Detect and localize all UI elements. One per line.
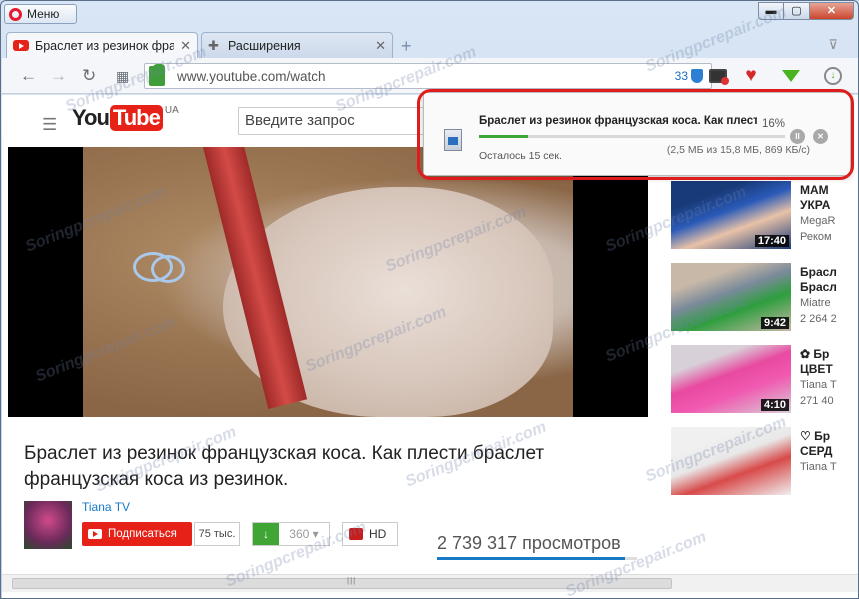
video-views: 2 264 2: [800, 313, 837, 325]
secure-lock-icon: [149, 64, 165, 86]
minimize-button[interactable]: ▬: [758, 2, 784, 20]
like-ratio-fill: [437, 557, 625, 560]
maximize-button[interactable]: ▢: [784, 2, 810, 20]
address-bar[interactable]: www.youtube.com/watch 33: [144, 63, 712, 89]
video-meta: Брасл Брасл Miatre 2 264 2: [800, 265, 858, 327]
youtube-favicon-icon: [13, 40, 29, 51]
video-title: Браслет из резинок французская коса. Как…: [24, 443, 545, 490]
video-title[interactable]: ✿ Бр: [800, 347, 858, 362]
tab-label: Расширения: [228, 38, 301, 53]
back-arrow-icon[interactable]: ←: [20, 66, 37, 86]
download-video-button[interactable]: ↓ 360 ▾: [252, 522, 330, 546]
video-channel: Tiana T: [800, 379, 837, 391]
video-duration: 9:42: [760, 317, 789, 329]
video-meta: МАМ УКРА MegaR Реком: [800, 183, 858, 245]
video-meta: ✿ Бр ЦВЕТ Tiana T 271 40: [800, 347, 858, 409]
video-views: Реком: [800, 231, 832, 243]
video-subtitle: ЦВЕТ: [800, 362, 833, 376]
window-controls: ▬ ▢ ✕: [758, 2, 854, 20]
logo-tube-text: Tube: [109, 105, 163, 131]
channel-avatar[interactable]: [24, 501, 72, 549]
video-frame: [83, 147, 573, 417]
logo-you-text: You: [72, 105, 110, 130]
video-meta: ♡ Бр СЕРД Tiana T: [800, 429, 858, 475]
puzzle-icon: ✚: [208, 37, 219, 53]
subscribe-label: Подписаться: [108, 528, 177, 540]
forward-arrow-icon[interactable]: →: [50, 66, 67, 86]
close-tab-icon[interactable]: ✕: [375, 38, 386, 54]
subscriber-count: 75 тыс.: [194, 522, 240, 546]
video-thumbnail[interactable]: [671, 427, 791, 495]
subscribe-button[interactable]: Подписаться: [82, 522, 192, 546]
related-video-item[interactable]: ♡ Бр СЕРД Tiana T: [671, 427, 858, 499]
video-thumbnail[interactable]: 17:40: [671, 181, 791, 249]
video-title[interactable]: Брасл: [800, 265, 858, 280]
video-duration: 4:10: [760, 399, 789, 411]
adblock-shield-icon[interactable]: [691, 69, 703, 83]
scrollbar-thumb[interactable]: [12, 578, 672, 589]
view-count: 2 739 317 просмотров: [437, 533, 621, 553]
video-views: 271 40: [800, 395, 834, 407]
browser-window: Меню ▬ ▢ ✕ Браслет из резинок французска…: [0, 0, 859, 599]
close-tab-icon[interactable]: ✕: [180, 38, 191, 54]
heart-bookmark-icon[interactable]: ♥: [738, 64, 764, 88]
new-tab-button[interactable]: +: [401, 36, 412, 57]
video-thumbnail[interactable]: 9:42: [671, 263, 791, 331]
related-video-item[interactable]: 4:10 ✿ Бр ЦВЕТ Tiana T 271 40: [671, 345, 858, 417]
video-subtitle: УКРА: [800, 198, 831, 212]
hd-label: HD: [369, 527, 387, 541]
download-arrow-icon[interactable]: [778, 64, 804, 88]
video-duration: 17:40: [754, 235, 789, 247]
tab-youtube[interactable]: Браслет из резинок французская коса. Как…: [6, 32, 198, 58]
video-title[interactable]: МАМ: [800, 183, 858, 198]
speed-dial-grid-icon[interactable]: ▦: [116, 68, 129, 85]
video-band-shape: [151, 255, 185, 283]
related-video-item[interactable]: 9:42 Брасл Брасл Miatre 2 264 2: [671, 263, 858, 335]
guide-menu-icon[interactable]: ☰: [42, 115, 57, 135]
video-subtitle: СЕРД: [800, 444, 833, 458]
region-label: UA: [164, 105, 179, 116]
hd-download-icon: [349, 528, 363, 540]
video-player[interactable]: [8, 147, 648, 417]
tv-extension-icon[interactable]: [705, 64, 731, 88]
youtube-play-icon: [88, 529, 102, 539]
video-title[interactable]: ♡ Бр: [800, 429, 858, 444]
video-channel: MegaR: [800, 215, 836, 227]
related-video-item[interactable]: 17:40 МАМ УКРА MegaR Реком: [671, 181, 858, 253]
tab-label: Браслет из резинок французская коса. Как…: [35, 38, 174, 53]
tab-menu-icon[interactable]: ⊽: [828, 37, 838, 53]
quality-selector[interactable]: 360 ▾: [279, 527, 329, 541]
close-window-button[interactable]: ✕: [810, 2, 854, 20]
reload-icon[interactable]: ↻: [82, 66, 96, 86]
tab-extensions[interactable]: ✚ Расширения ✕: [201, 32, 393, 58]
like-ratio-bar: [437, 557, 637, 560]
channel-name-link[interactable]: Tiana TV: [82, 500, 130, 514]
opera-logo-icon: [9, 7, 22, 21]
menu-label: Меню: [27, 7, 60, 21]
horizontal-scrollbar[interactable]: |||: [2, 574, 858, 592]
downloads-indicator-icon[interactable]: ↓: [820, 64, 846, 88]
url-text: www.youtube.com/watch: [177, 68, 326, 84]
quality-value: 360: [289, 527, 310, 541]
download-green-icon: ↓: [253, 523, 279, 545]
blocked-count-badge: 33: [674, 69, 688, 83]
video-thumbnail[interactable]: 4:10: [671, 345, 791, 413]
youtube-logo[interactable]: You Tube UA: [72, 105, 179, 131]
video-subtitle: Брасл: [800, 280, 837, 294]
video-channel: Miatre: [800, 297, 831, 309]
opera-menu-button[interactable]: Меню: [4, 4, 77, 24]
highlight-ring: [417, 89, 854, 180]
hd-button[interactable]: HD: [342, 522, 398, 546]
scrollbar-grip-icon: |||: [347, 576, 357, 585]
video-channel: Tiana T: [800, 461, 837, 473]
